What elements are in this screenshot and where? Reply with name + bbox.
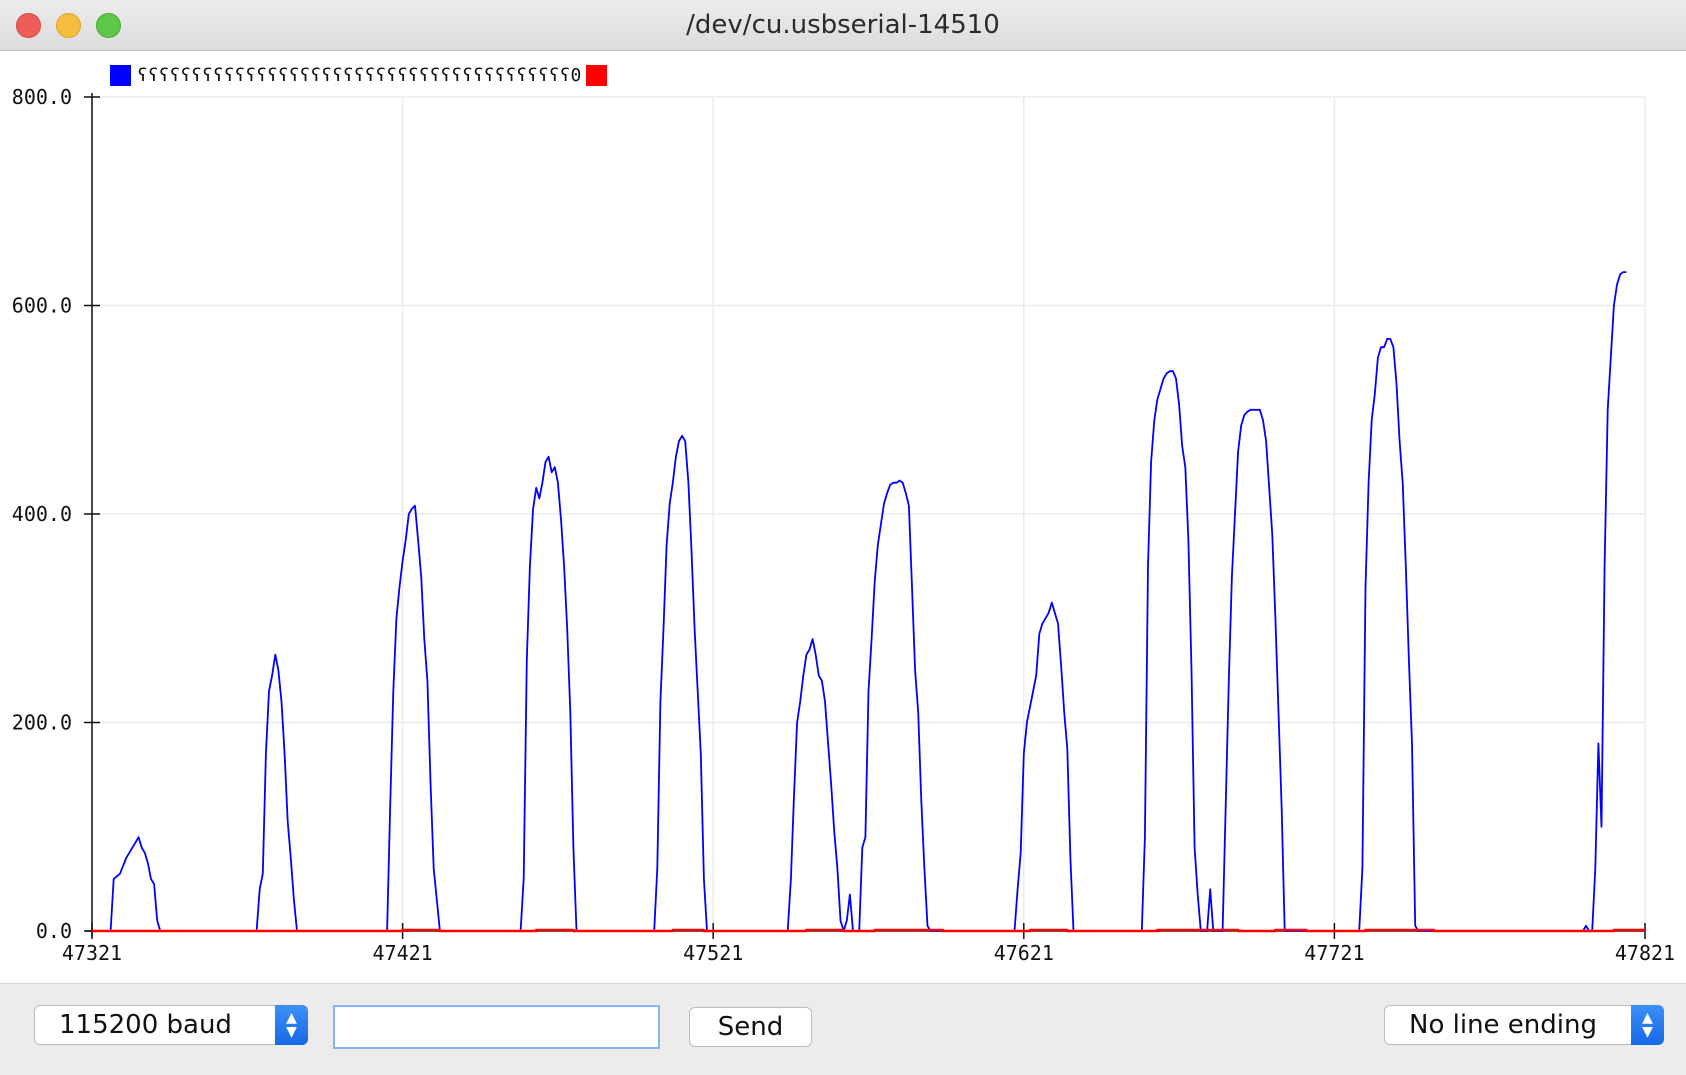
x-tick-label: 47721 [1304, 941, 1364, 965]
y-tick-label: 400.0 [12, 502, 72, 526]
legend-swatch-series-2 [586, 64, 608, 86]
serial-plotter-window: /dev/cu.usbserial-14510 0.0 200.0 400.0 600… [0, 0, 1686, 1075]
legend-swatch-series-1 [110, 64, 131, 86]
y-tick-label: 0.0 [36, 919, 72, 943]
send-button[interactable]: Send [689, 1007, 812, 1047]
series-line-1 [92, 271, 1627, 932]
y-tick-label: 200.0 [12, 711, 72, 735]
baud-rate-select[interactable]: 115200 baud ▲ ▼ [34, 1005, 308, 1045]
y-tick-label: 800.0 [12, 85, 72, 109]
series-line-2 [92, 928, 1645, 933]
x-tick-label: 47321 [62, 941, 122, 965]
x-tick-label: 47621 [994, 941, 1054, 965]
plot-area: 0.0 200.0 400.0 600.0 800.0 47321 47421 47521 47… [0, 51, 1686, 983]
bottom-toolbar: 115200 baud ▲ ▼ Send No line ending ▲ ▼ [0, 983, 1686, 1075]
line-chart: 0.0 200.0 400.0 600.0 800.0 47321 47421 47521 47… [12, 85, 1675, 965]
y-tick-label: 600.0 [12, 294, 72, 318]
line-ending-value: No line ending [1409, 1010, 1597, 1040]
legend: ʕʕʕʕʕʕʕʕʕʕʕʕʕʕʕʕʕʕʕʕʕʕʕʕʕʕʕʕʕʕʕʕʕʕʕʕʕʕʕʕ… [110, 62, 608, 88]
window-title: /dev/cu.usbserial-14510 [686, 10, 1000, 40]
x-tick-label: 47521 [683, 941, 743, 965]
chevron-updown-icon: ▲ ▼ [275, 1005, 308, 1045]
legend-label-series-1: ʕʕʕʕʕʕʕʕʕʕʕʕʕʕʕʕʕʕʕʕʕʕʕʕʕʕʕʕʕʕʕʕʕʕʕʕʕʕʕʕ… [137, 64, 582, 86]
message-input[interactable] [333, 1005, 660, 1049]
baud-rate-value: 115200 baud [59, 1010, 232, 1040]
x-tick-label: 47821 [1615, 941, 1675, 965]
line-ending-select[interactable]: No line ending ▲ ▼ [1384, 1005, 1664, 1045]
chevron-updown-icon: ▲ ▼ [1631, 1005, 1664, 1045]
title-bar: /dev/cu.usbserial-14510 [0, 0, 1686, 51]
x-tick-label: 47421 [372, 941, 432, 965]
